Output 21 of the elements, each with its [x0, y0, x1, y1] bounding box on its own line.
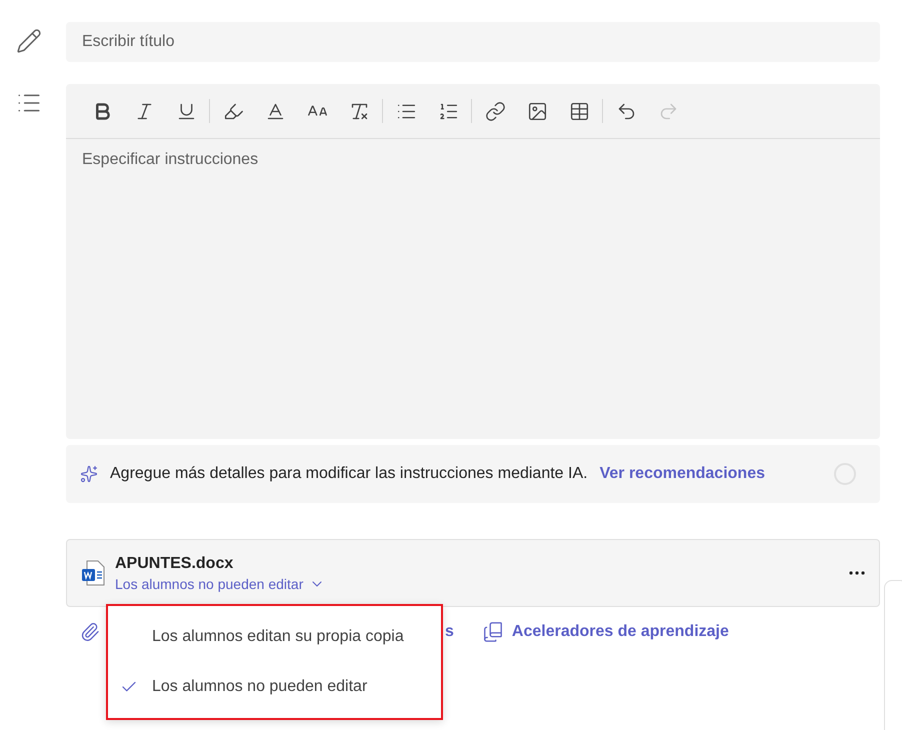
more-icon — [849, 571, 865, 575]
paperclip-icon — [80, 622, 100, 642]
instructions-field[interactable]: Especificar instrucciones — [66, 139, 880, 439]
menu-item[interactable]: Los alumnos editan su propia copia — [108, 614, 441, 660]
books-icon — [482, 621, 504, 643]
permission-dropdown[interactable]: Los alumnos no pueden editar — [115, 576, 839, 592]
title-field[interactable]: Escribir título — [66, 22, 880, 62]
word-file-icon — [81, 560, 105, 586]
accelerators-link[interactable]: Aceleradores de aprendizaje — [482, 621, 729, 643]
image-icon — [526, 100, 548, 122]
ai-hint-text: Agregue más detalles para modificar las instrucciones mediante IA. — [110, 465, 588, 483]
link-icon — [484, 100, 506, 122]
table-icon — [568, 100, 590, 122]
file-name: APUNTES.docx — [115, 554, 234, 572]
sparkle-icon — [80, 465, 98, 483]
recommendations-link[interactable]: Ver recomendaciones — [600, 465, 765, 483]
instructions-editor[interactable]: Especificar instrucciones — [66, 84, 880, 439]
pencil-icon — [16, 28, 42, 54]
menu-item[interactable]: Los alumnos no pueden editar — [108, 664, 441, 710]
more-options-button[interactable] — [849, 571, 865, 575]
attach-link[interactable]: s — [445, 623, 454, 641]
